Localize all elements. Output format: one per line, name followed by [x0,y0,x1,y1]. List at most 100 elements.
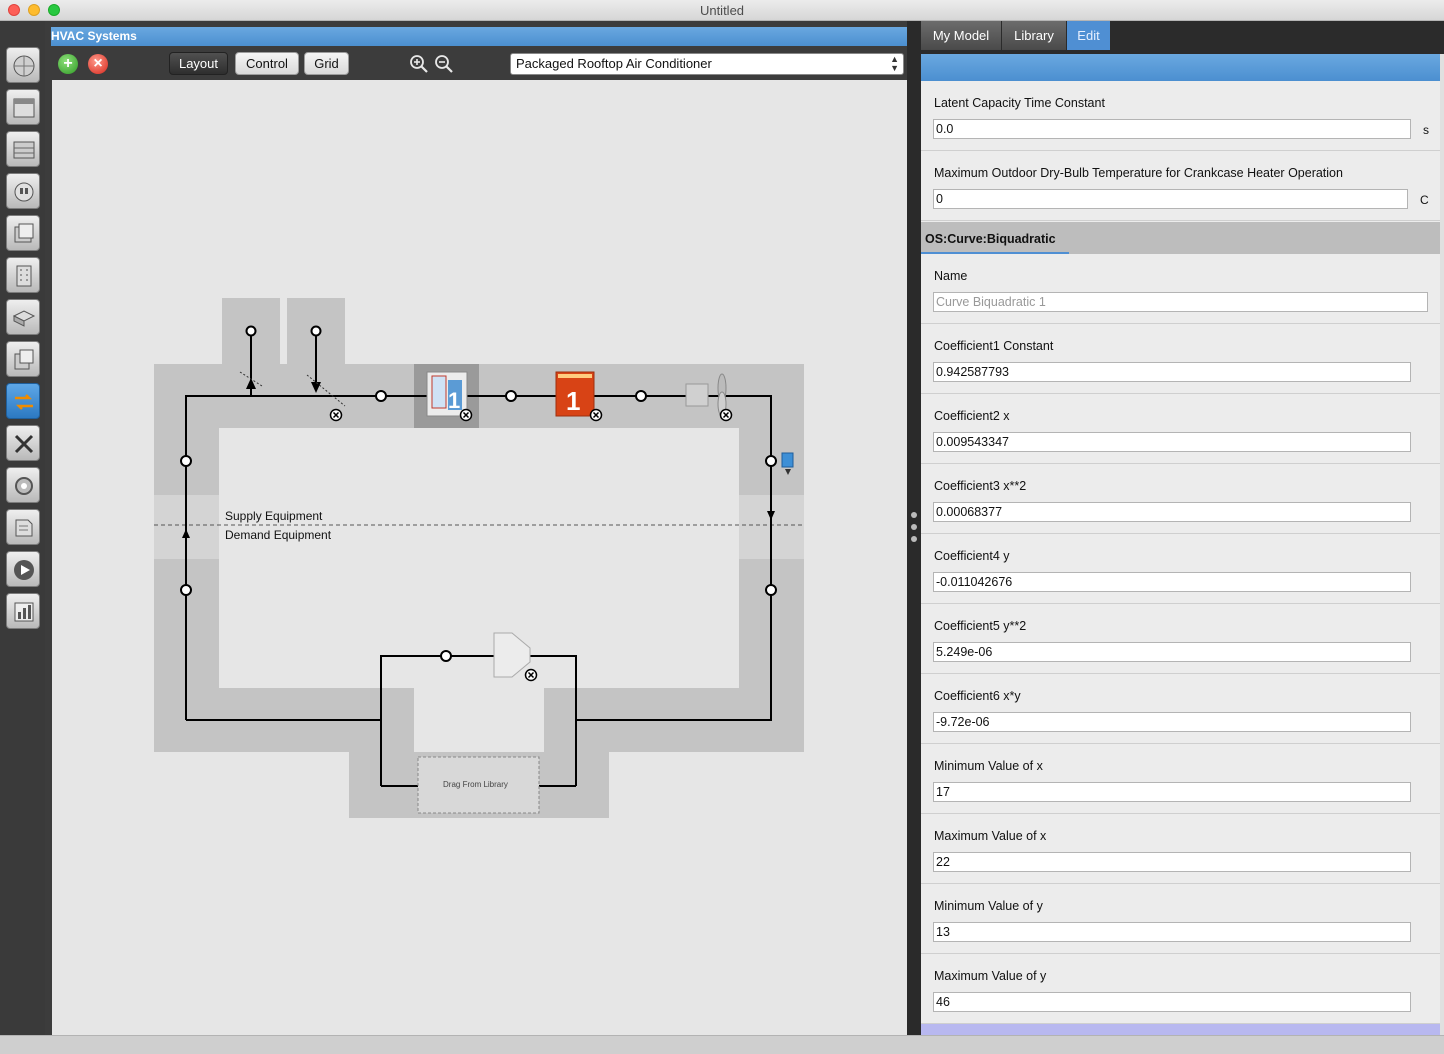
field-label: Coefficient3 x**2 [934,479,1027,493]
dx-cooling-coil[interactable]: 1 [426,371,468,417]
field-coefficient2-x: Coefficient2 x 0.009543347 [921,394,1440,464]
hvac-toolbar: + × Layout Control Grid Packaged Rooftop… [51,46,907,79]
field-input[interactable]: -0.011042676 [933,572,1411,592]
air-loop-diagram: 1 1 [154,298,804,818]
field-label: Name [934,269,968,283]
field-coefficient5-y-2: Coefficient5 y**2 5.249e-06 [921,604,1440,674]
field-input[interactable]: -9.72e-06 [933,712,1411,732]
sidebar-item-run-simulation[interactable] [6,551,40,587]
status-bar [0,1035,1444,1054]
inspector-tabs: My Model Library Edit [921,21,1444,50]
panel-splitter[interactable] [907,21,921,1035]
field-coefficient1-constant: Coefficient1 Constant 0.942587793 [921,324,1440,394]
thermal-zones-icon [14,349,34,370]
remove-icon: × [93,55,103,72]
loads-icon [14,182,34,202]
hvac-main-panel: HVAC Systems + × Layout Control Grid Pac… [45,21,907,1035]
field-label: Minimum Value of x [934,759,1043,773]
sidebar-item-hvac-systems[interactable] [6,383,40,419]
inspector-header-strip [921,54,1444,81]
curve-name-input[interactable]: Curve Biquadratic 1 [933,292,1428,312]
sidebar-item-globe[interactable] [6,47,40,83]
field-input[interactable]: 17 [933,782,1411,802]
sidebar-item-loads[interactable] [6,173,40,209]
field-minimum-value-of-x: Minimum Value of x 17 [921,744,1440,814]
tab-library[interactable]: Library [1002,21,1067,50]
zoom-out-icon[interactable] [434,54,454,74]
field-maximum-value-of-y: Maximum Value of y 46 [921,954,1440,1024]
field-label: Coefficient4 y [934,549,1010,563]
tab-my-model[interactable]: My Model [921,21,1002,50]
window-title: Untitled [699,3,745,18]
hvac-systems-icon [15,394,33,410]
delete-system-button[interactable]: × [88,54,108,74]
sidebar-item-variables[interactable] [6,425,40,461]
layout-button[interactable]: Layout [169,52,228,75]
right-inspector-panel: My Model Library Edit Latent Capacity Ti… [921,21,1444,1035]
sidebar-item-spaces[interactable] [6,299,40,335]
field-input[interactable]: 13 [933,922,1411,942]
inspector-scrollbar[interactable] [1440,54,1444,1035]
control-button[interactable]: Control [235,52,299,75]
sidebar-item-building[interactable] [6,257,40,293]
field-minimum-value-of-y: Minimum Value of y 13 [921,884,1440,954]
field-unit: C [1420,193,1429,207]
field-name: Name Curve Biquadratic 1 [921,254,1440,324]
heating-coil[interactable]: 1 [555,371,595,417]
field-input[interactable]: 0.009543347 [933,432,1411,452]
section-header-curve-biquadratic: OS:Curve:Biquadratic [921,222,1440,254]
field-input[interactable]: 5.249e-06 [933,642,1411,662]
building-icon [16,265,32,287]
grid-button[interactable]: Grid [304,52,349,75]
add-system-button[interactable]: + [58,54,78,74]
sidebar-item-constructions[interactable] [6,131,40,167]
field-coefficient6-x-y: Coefficient6 x*y -9.72e-06 [921,674,1440,744]
section-title: OS:Curve:Biquadratic [925,232,1056,246]
zoom-in-icon[interactable] [409,54,429,74]
sidebar-item-results[interactable] [6,593,40,629]
run-simulation-icon [14,560,34,580]
sidebar-item-thermal-zones[interactable] [6,341,40,377]
plus-icon: + [63,55,73,72]
space-types-icon [14,223,34,243]
variables-icon [14,434,34,454]
max-outdoor-drybulb-input[interactable]: 0 [933,189,1408,209]
splitter-dot [911,536,917,542]
field-label: Coefficient1 Constant [934,339,1054,353]
cooling-coil-badge: 1 [448,388,460,413]
left-tab-bar [0,21,45,1035]
field-label: Maximum Outdoor Dry-Bulb Temperature for… [934,166,1343,180]
spaces-icon [12,310,36,327]
inspector-properties: Latent Capacity Time Constant 0.0 s Maxi… [921,81,1440,1035]
drag-from-library-label: Drag From Library [443,780,508,789]
latent-capacity-input[interactable]: 0.0 [933,119,1411,139]
field-label: Maximum Value of y [934,969,1047,983]
page-title: HVAC Systems [51,27,907,46]
results-icon [14,602,34,622]
field-input[interactable]: 22 [933,852,1411,872]
system-select[interactable]: Packaged Rooftop Air Conditioner ▲ ▼ [510,53,904,75]
sidebar-item-space-types[interactable] [6,215,40,251]
field-input[interactable]: 0.00068377 [933,502,1411,522]
simulation-settings-icon [15,477,33,495]
field-label: Latent Capacity Time Constant [934,96,1105,110]
field-label: Coefficient2 x [934,409,1010,423]
tab-edit[interactable]: Edit [1067,21,1111,50]
field-label: Coefficient5 y**2 [934,619,1027,633]
demand-equipment-label: Demand Equipment [225,528,332,542]
inspector-bottom-band [921,1024,1440,1035]
heating-coil-badge: 1 [566,386,580,416]
field-label: Coefficient6 x*y [934,689,1021,703]
select-arrows-icon: ▲ ▼ [890,54,899,73]
hvac-loop-canvas[interactable]: 1 1 Supply Equipment Demand Equipment Dr… [52,80,907,1035]
field-input[interactable]: 46 [933,992,1411,1012]
field-maximum-value-of-x: Maximum Value of x 22 [921,814,1440,884]
sidebar-item-scripts[interactable] [6,509,40,545]
sidebar-item-calendar[interactable] [6,89,40,125]
sidebar-item-simulation-settings[interactable] [6,467,40,503]
globe-icon [13,55,35,77]
scripts-icon [15,519,33,537]
constructions-icon [13,141,35,159]
splitter-dot [911,512,917,518]
field-input[interactable]: 0.942587793 [933,362,1411,382]
